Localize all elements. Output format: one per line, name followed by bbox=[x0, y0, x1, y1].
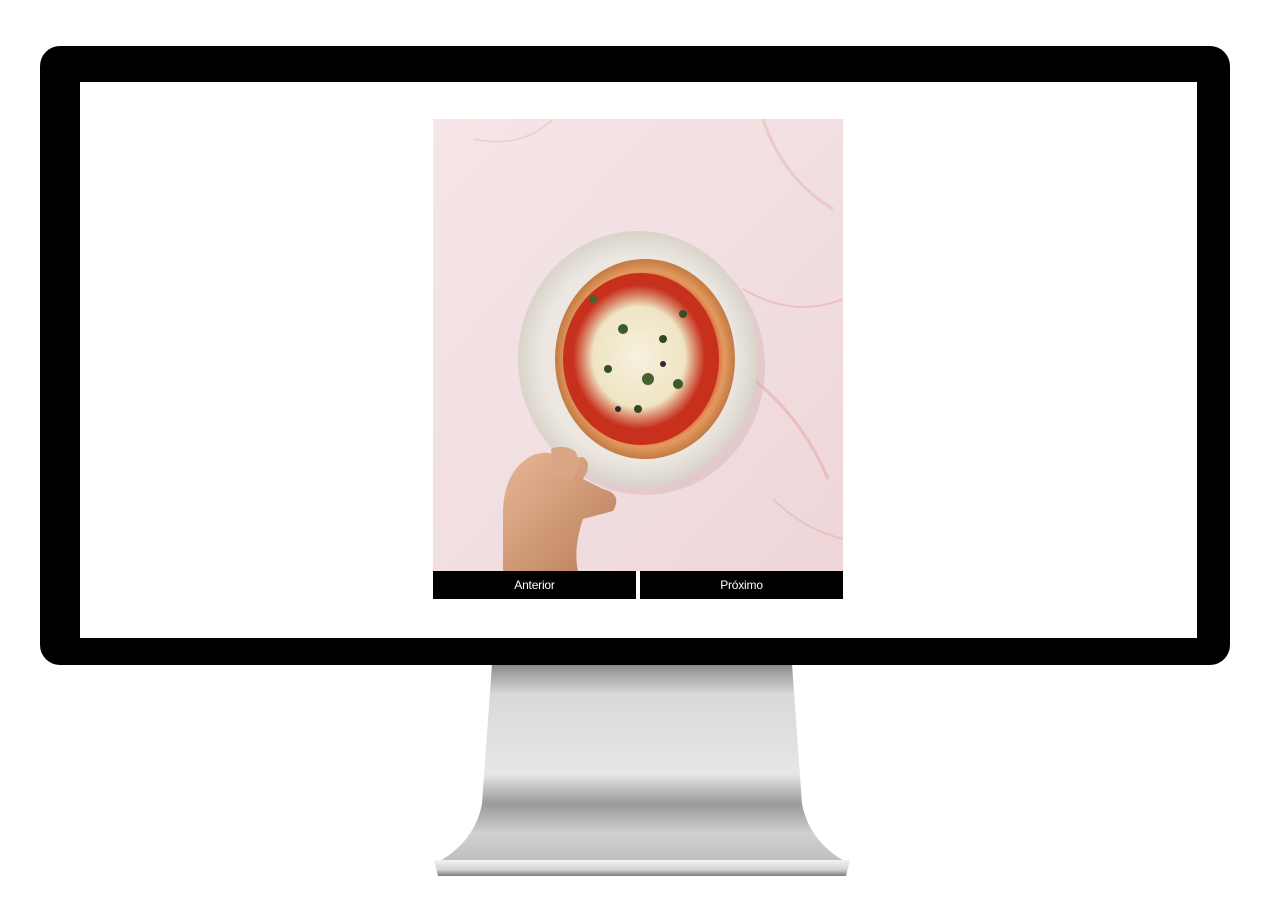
previous-button[interactable]: Anterior bbox=[433, 571, 636, 599]
monitor-screen: Anterior Próximo bbox=[80, 82, 1197, 638]
image-gallery: Anterior Próximo bbox=[433, 119, 843, 599]
gallery-nav: Anterior Próximo bbox=[433, 571, 843, 599]
next-button[interactable]: Próximo bbox=[640, 571, 843, 599]
monitor-mockup: Anterior Próximo bbox=[0, 0, 1268, 920]
gallery-photo bbox=[433, 119, 843, 571]
monitor-stand bbox=[430, 664, 855, 876]
